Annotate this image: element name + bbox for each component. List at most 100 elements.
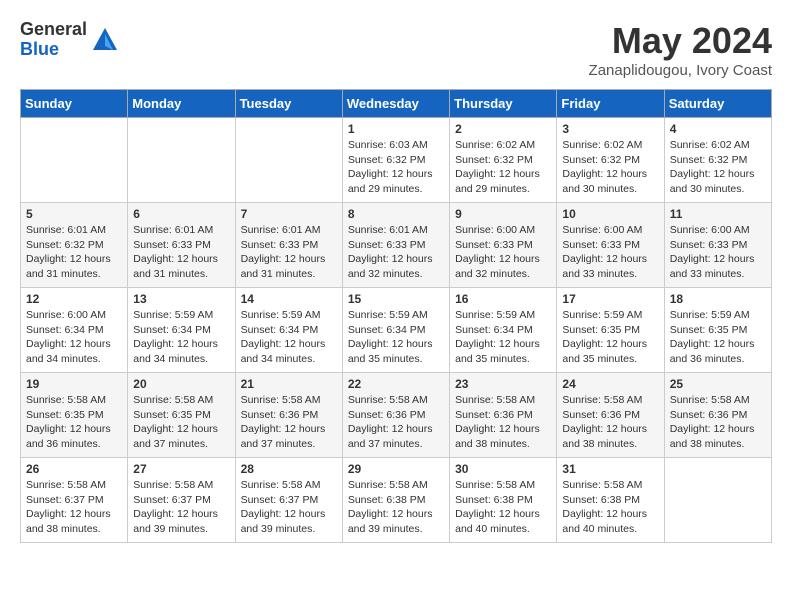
cell-content: Sunrise: 5:59 AMSunset: 6:34 PMDaylight:… — [133, 308, 229, 367]
day-number: 13 — [133, 292, 229, 306]
sunset-text: Sunset: 6:33 PM — [455, 239, 533, 251]
day-number: 28 — [241, 462, 337, 476]
sunrise-text: Sunrise: 6:00 AM — [26, 309, 106, 321]
day-number: 1 — [348, 122, 444, 136]
sunrise-text: Sunrise: 5:58 AM — [133, 479, 213, 491]
calendar-cell: 28Sunrise: 5:58 AMSunset: 6:37 PMDayligh… — [235, 458, 342, 543]
day-number: 20 — [133, 377, 229, 391]
sunrise-text: Sunrise: 5:59 AM — [348, 309, 428, 321]
day-number: 14 — [241, 292, 337, 306]
calendar-cell: 8Sunrise: 6:01 AMSunset: 6:33 PMDaylight… — [342, 203, 449, 288]
calendar-cell: 30Sunrise: 5:58 AMSunset: 6:38 PMDayligh… — [450, 458, 557, 543]
day-number: 9 — [455, 207, 551, 221]
week-row-2: 5Sunrise: 6:01 AMSunset: 6:32 PMDaylight… — [21, 203, 772, 288]
sunset-text: Sunset: 6:32 PM — [26, 239, 104, 251]
sunset-text: Sunset: 6:36 PM — [455, 409, 533, 421]
day-number: 29 — [348, 462, 444, 476]
cell-content: Sunrise: 6:00 AMSunset: 6:33 PMDaylight:… — [670, 223, 766, 282]
location: Zanaplidougou, Ivory Coast — [589, 62, 772, 79]
daylight-text: Daylight: 12 hours and 31 minutes. — [241, 253, 326, 280]
sunset-text: Sunset: 6:32 PM — [562, 154, 640, 166]
cell-content: Sunrise: 5:58 AMSunset: 6:37 PMDaylight:… — [133, 478, 229, 537]
cell-content: Sunrise: 5:58 AMSunset: 6:38 PMDaylight:… — [348, 478, 444, 537]
week-row-5: 26Sunrise: 5:58 AMSunset: 6:37 PMDayligh… — [21, 458, 772, 543]
daylight-text: Daylight: 12 hours and 32 minutes. — [348, 253, 433, 280]
calendar-cell: 19Sunrise: 5:58 AMSunset: 6:35 PMDayligh… — [21, 373, 128, 458]
sunrise-text: Sunrise: 6:01 AM — [26, 224, 106, 236]
calendar-cell: 10Sunrise: 6:00 AMSunset: 6:33 PMDayligh… — [557, 203, 664, 288]
sunset-text: Sunset: 6:33 PM — [133, 239, 211, 251]
cell-content: Sunrise: 6:01 AMSunset: 6:33 PMDaylight:… — [241, 223, 337, 282]
calendar-cell: 31Sunrise: 5:58 AMSunset: 6:38 PMDayligh… — [557, 458, 664, 543]
sunset-text: Sunset: 6:32 PM — [670, 154, 748, 166]
day-number: 25 — [670, 377, 766, 391]
sunset-text: Sunset: 6:35 PM — [26, 409, 104, 421]
daylight-text: Daylight: 12 hours and 34 minutes. — [26, 338, 111, 365]
sunrise-text: Sunrise: 5:59 AM — [562, 309, 642, 321]
calendar-cell: 20Sunrise: 5:58 AMSunset: 6:35 PMDayligh… — [128, 373, 235, 458]
cell-content: Sunrise: 6:02 AMSunset: 6:32 PMDaylight:… — [455, 138, 551, 197]
calendar-cell: 13Sunrise: 5:59 AMSunset: 6:34 PMDayligh… — [128, 288, 235, 373]
sunset-text: Sunset: 6:34 PM — [241, 324, 319, 336]
sunrise-text: Sunrise: 5:59 AM — [241, 309, 321, 321]
daylight-text: Daylight: 12 hours and 31 minutes. — [133, 253, 218, 280]
daylight-text: Daylight: 12 hours and 38 minutes. — [455, 423, 540, 450]
sunrise-text: Sunrise: 5:58 AM — [241, 394, 321, 406]
calendar-cell: 4Sunrise: 6:02 AMSunset: 6:32 PMDaylight… — [664, 118, 771, 203]
sunset-text: Sunset: 6:34 PM — [26, 324, 104, 336]
daylight-text: Daylight: 12 hours and 38 minutes. — [26, 508, 111, 535]
sunrise-text: Sunrise: 6:01 AM — [241, 224, 321, 236]
cell-content: Sunrise: 5:58 AMSunset: 6:38 PMDaylight:… — [562, 478, 658, 537]
sunrise-text: Sunrise: 5:58 AM — [670, 394, 750, 406]
day-number: 17 — [562, 292, 658, 306]
cell-content: Sunrise: 5:59 AMSunset: 6:34 PMDaylight:… — [241, 308, 337, 367]
sunrise-text: Sunrise: 5:58 AM — [26, 394, 106, 406]
daylight-text: Daylight: 12 hours and 35 minutes. — [455, 338, 540, 365]
sunset-text: Sunset: 6:35 PM — [670, 324, 748, 336]
sunrise-text: Sunrise: 6:00 AM — [562, 224, 642, 236]
sunrise-text: Sunrise: 5:58 AM — [133, 394, 213, 406]
sunset-text: Sunset: 6:32 PM — [348, 154, 426, 166]
sunset-text: Sunset: 6:35 PM — [562, 324, 640, 336]
sunrise-text: Sunrise: 5:58 AM — [348, 394, 428, 406]
daylight-text: Daylight: 12 hours and 30 minutes. — [562, 168, 647, 195]
logo-general: General — [20, 20, 87, 40]
day-number: 2 — [455, 122, 551, 136]
sunrise-text: Sunrise: 6:00 AM — [455, 224, 535, 236]
cell-content: Sunrise: 6:00 AMSunset: 6:33 PMDaylight:… — [455, 223, 551, 282]
sunrise-text: Sunrise: 5:58 AM — [562, 394, 642, 406]
cell-content: Sunrise: 6:02 AMSunset: 6:32 PMDaylight:… — [562, 138, 658, 197]
cell-content: Sunrise: 5:59 AM Sunset: 6:35 PM Daylight:… — [562, 308, 658, 367]
title-block: May 2024 Zanaplidougou, Ivory Coast — [589, 20, 772, 79]
sunset-text: Sunset: 6:36 PM — [241, 409, 319, 421]
calendar-cell: 22Sunrise: 5:58 AMSunset: 6:36 PMDayligh… — [342, 373, 449, 458]
weekday-header-thursday: Thursday — [450, 90, 557, 118]
daylight-text: Daylight: 12 hours and 37 minutes. — [348, 423, 433, 450]
day-number: 4 — [670, 122, 766, 136]
daylight-text: Daylight: 12 hours and 29 minutes. — [455, 168, 540, 195]
calendar-cell: 18Sunrise: 5:59 AMSunset: 6:35 PMDayligh… — [664, 288, 771, 373]
sunrise-text: Sunrise: 5:58 AM — [562, 479, 642, 491]
calendar-cell: 2 Sunrise: 6:02 AMSunset: 6:32 PMDaylight… — [450, 118, 557, 203]
daylight-text: Daylight: 12 hours and 35 minutes. — [562, 338, 647, 365]
day-number: 16 — [455, 292, 551, 306]
page-header: General Blue May 2024 Zanaplidougou, Ivo… — [20, 20, 772, 79]
day-number: 7 — [241, 207, 337, 221]
cell-content: Sunrise: 6:00 AMSunset: 6:33 PMDaylight:… — [562, 223, 658, 282]
daylight-text: Daylight: 12 hours and 30 minutes. — [670, 168, 755, 195]
sunrise-text: Sunrise: 5:58 AM — [241, 479, 321, 491]
sunset-text: Sunset: 6:34 PM — [133, 324, 211, 336]
weekday-header-monday: Monday — [128, 90, 235, 118]
daylight-text: Daylight: 12 hours and 33 minutes. — [670, 253, 755, 280]
sunset-text: Sunset: 6:35 PM — [133, 409, 211, 421]
calendar-cell: 7 Sunrise: 6:01 AMSunset: 6:33 PMDaylight… — [235, 203, 342, 288]
calendar-cell: 23Sunrise: 5:58 AMSunset: 6:36 PMDayligh… — [450, 373, 557, 458]
cell-content: Sunrise: 5:59 AMSunset: 6:34 PMDaylight:… — [348, 308, 444, 367]
weekday-header-row: SundayMondayTuesdayWednesdayThursdayFrid… — [21, 90, 772, 118]
logo: General Blue — [20, 20, 119, 60]
cell-content: Sunrise: 5:58 AMSunset: 6:35 PMDaylight:… — [26, 393, 122, 452]
calendar-cell: 27Sunrise: 5:58 AMSunset: 6:37 PMDayligh… — [128, 458, 235, 543]
sunrise-text: Sunrise: 5:59 AM — [133, 309, 213, 321]
sunrise-text: Sunrise: 5:58 AM — [455, 479, 535, 491]
logo-icon — [91, 26, 119, 54]
